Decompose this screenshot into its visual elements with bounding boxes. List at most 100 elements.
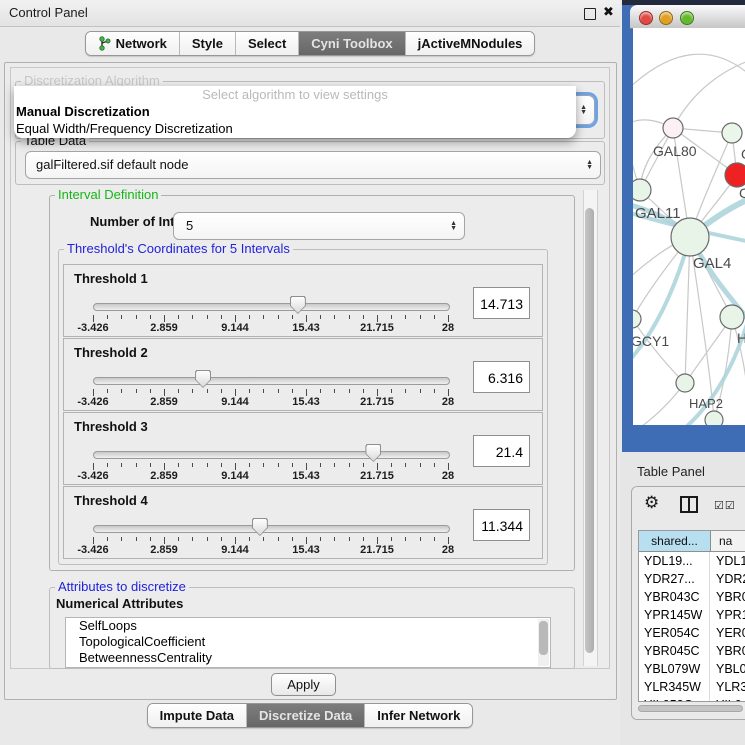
tab-infer-network[interactable]: Infer Network (364, 704, 472, 727)
control-panel: Control Panel ✖ NetworkStyleSelectCyni T… (0, 0, 620, 745)
tab-jactivemnodules[interactable]: jActiveMNodules (405, 32, 535, 55)
table-row[interactable]: YLR345WYLR3 (639, 678, 745, 696)
network-window-titlebar[interactable] (630, 5, 745, 29)
cell-name[interactable]: YPR1 (710, 606, 745, 624)
slider-thumb[interactable] (252, 518, 268, 536)
apply-button[interactable]: Apply (271, 673, 336, 696)
checkbox-icons[interactable]: ☑☑ (714, 499, 736, 512)
tab-cyni-toolbox[interactable]: Cyni Toolbox (298, 32, 404, 55)
interval-group-title: Interval Definition (55, 188, 161, 202)
combo-stepper-icon: ▲▼ (580, 105, 587, 115)
table-row[interactable]: YPR145WYPR1 (639, 606, 745, 624)
cell-shared-name[interactable]: YDR27... (639, 570, 710, 588)
close-icon[interactable]: ✖ (603, 4, 614, 20)
network-node[interactable] (705, 411, 723, 425)
cell-shared-name[interactable]: YER054C (639, 624, 710, 642)
column-header-name[interactable]: na (711, 531, 745, 551)
network-node[interactable] (725, 163, 745, 187)
slider-thumb[interactable] (365, 444, 381, 462)
cell-shared-name[interactable]: YBR043C (639, 588, 710, 606)
cell-shared-name[interactable]: YPR145W (639, 606, 710, 624)
cell-name[interactable]: YBR0 (710, 642, 745, 660)
cell-name[interactable]: YLR3 (710, 678, 745, 696)
table-hscrollbar[interactable] (638, 704, 745, 713)
cell-shared-name[interactable]: YBR045C (639, 642, 710, 660)
algorithm-option-equal-width-frequency-discretization[interactable]: Equal Width/Frequency Discretization (14, 120, 576, 137)
algorithm-option-manual-discretization[interactable]: Manual Discretization (14, 103, 576, 120)
network-node[interactable] (720, 305, 744, 329)
network-edge[interactable] (633, 54, 745, 90)
slider-track[interactable] (93, 525, 450, 533)
cell-shared-name[interactable]: YDL19... (639, 552, 710, 570)
table-row[interactable]: YIL052CYIL0 (639, 696, 745, 702)
cell-shared-name[interactable]: YIL052C (639, 696, 710, 702)
table-row[interactable]: YDR27...YDR2 (639, 570, 745, 588)
network-node-label: GAL80 (653, 143, 697, 159)
tab-style[interactable]: Style (179, 32, 235, 55)
mac-zoom-button[interactable] (680, 11, 694, 25)
table-row[interactable]: YBL079WYBL0 (639, 660, 745, 678)
slider-thumb[interactable] (290, 296, 306, 314)
tick-label: 21.715 (347, 544, 407, 556)
cell-shared-name[interactable]: YBL079W (639, 660, 710, 678)
cell-name[interactable]: YER0 (710, 624, 745, 642)
tick-label: 15.43 (276, 396, 336, 408)
threshold-value-field[interactable]: 14.713 (473, 287, 530, 319)
table-row[interactable]: YER054CYER0 (639, 624, 745, 642)
threshold-value-field[interactable]: 6.316 (473, 361, 530, 393)
gear-icon[interactable]: ⚙ (644, 493, 659, 513)
network-edge[interactable] (633, 319, 685, 383)
table-columns-icon[interactable] (680, 496, 698, 513)
network-node[interactable] (722, 123, 742, 143)
cell-name[interactable]: YDR2 (710, 570, 745, 588)
network-node[interactable] (676, 374, 694, 392)
mac-minimize-button[interactable] (659, 11, 673, 25)
algorithm-options: Manual DiscretizationEqual Width/Frequen… (14, 103, 576, 137)
tab-label: Infer Network (377, 708, 460, 723)
algorithm-placeholder: Select algorithm to view settings (14, 86, 576, 103)
threshold-value-field[interactable]: 11.344 (473, 509, 530, 541)
threshold-panel-3: Threshold 3-3.4262.8599.14415.4321.71528… (63, 412, 543, 485)
cell-name[interactable]: YIL0 (710, 696, 745, 702)
table-row[interactable]: YBR045CYBR0 (639, 642, 745, 660)
tab-label: Cyni Toolbox (311, 36, 392, 51)
network-node[interactable] (633, 179, 651, 201)
node-attribute-table[interactable]: shared... na YDL19...YDL1YDR27...YDR2YBR… (638, 530, 745, 702)
cell-name[interactable]: YBR0 (710, 588, 745, 606)
table-data-combobox[interactable]: galFiltered.sif default node ▲▼ (25, 151, 601, 179)
slider-track[interactable] (93, 377, 450, 385)
thresholds-groupbox: Threshold 1-3.4262.8599.14415.4321.71528… (58, 249, 548, 565)
network-node[interactable] (633, 310, 641, 328)
cell-shared-name[interactable]: YLR345W (639, 678, 710, 696)
number-of-intervals-combobox[interactable]: 5 ▲▼ (173, 212, 465, 240)
tab-network[interactable]: Network (86, 32, 179, 55)
slider-track[interactable] (93, 303, 450, 311)
table-row[interactable]: YBR043CYBR0 (639, 588, 745, 606)
settings-scrollbar[interactable] (583, 190, 598, 666)
threshold-value-field[interactable]: 21.4 (473, 435, 530, 467)
tab-impute-data[interactable]: Impute Data (148, 704, 246, 727)
tab-select[interactable]: Select (235, 32, 298, 55)
float-window-icon[interactable] (584, 8, 596, 20)
mac-close-button[interactable] (639, 11, 653, 25)
table-row[interactable]: YDL19...YDL1 (639, 552, 745, 570)
attribute-item-selfloops[interactable]: SelfLoops (66, 618, 550, 634)
attributes-scrollbar[interactable] (538, 619, 549, 666)
network-node[interactable] (671, 218, 709, 256)
attribute-item-topologicalcoefficient[interactable]: TopologicalCoefficient (66, 634, 550, 650)
network-node-label: GAL4 (693, 255, 731, 272)
network-edge[interactable] (685, 237, 690, 383)
cell-name[interactable]: YDL1 (710, 552, 745, 570)
attribute-item-betweennesscentrality[interactable]: BetweennessCentrality (66, 650, 550, 666)
cell-name[interactable]: YBL0 (710, 660, 745, 678)
network-node-label: HAP2 (689, 396, 723, 411)
network-canvas[interactable]: GAL80GACGAL11GAL4GCY1HHAP2 (633, 28, 745, 425)
tick-label: 28 (418, 322, 478, 334)
slider-track[interactable] (93, 451, 450, 459)
slider-thumb[interactable] (195, 370, 211, 388)
network-edge[interactable] (673, 60, 745, 128)
numerical-attributes-list[interactable]: SelfLoopsTopologicalCoefficientBetweenne… (65, 617, 551, 668)
column-header-shared[interactable]: shared... (639, 531, 711, 551)
tab-discretize-data[interactable]: Discretize Data (246, 704, 364, 727)
network-node[interactable] (663, 118, 683, 138)
